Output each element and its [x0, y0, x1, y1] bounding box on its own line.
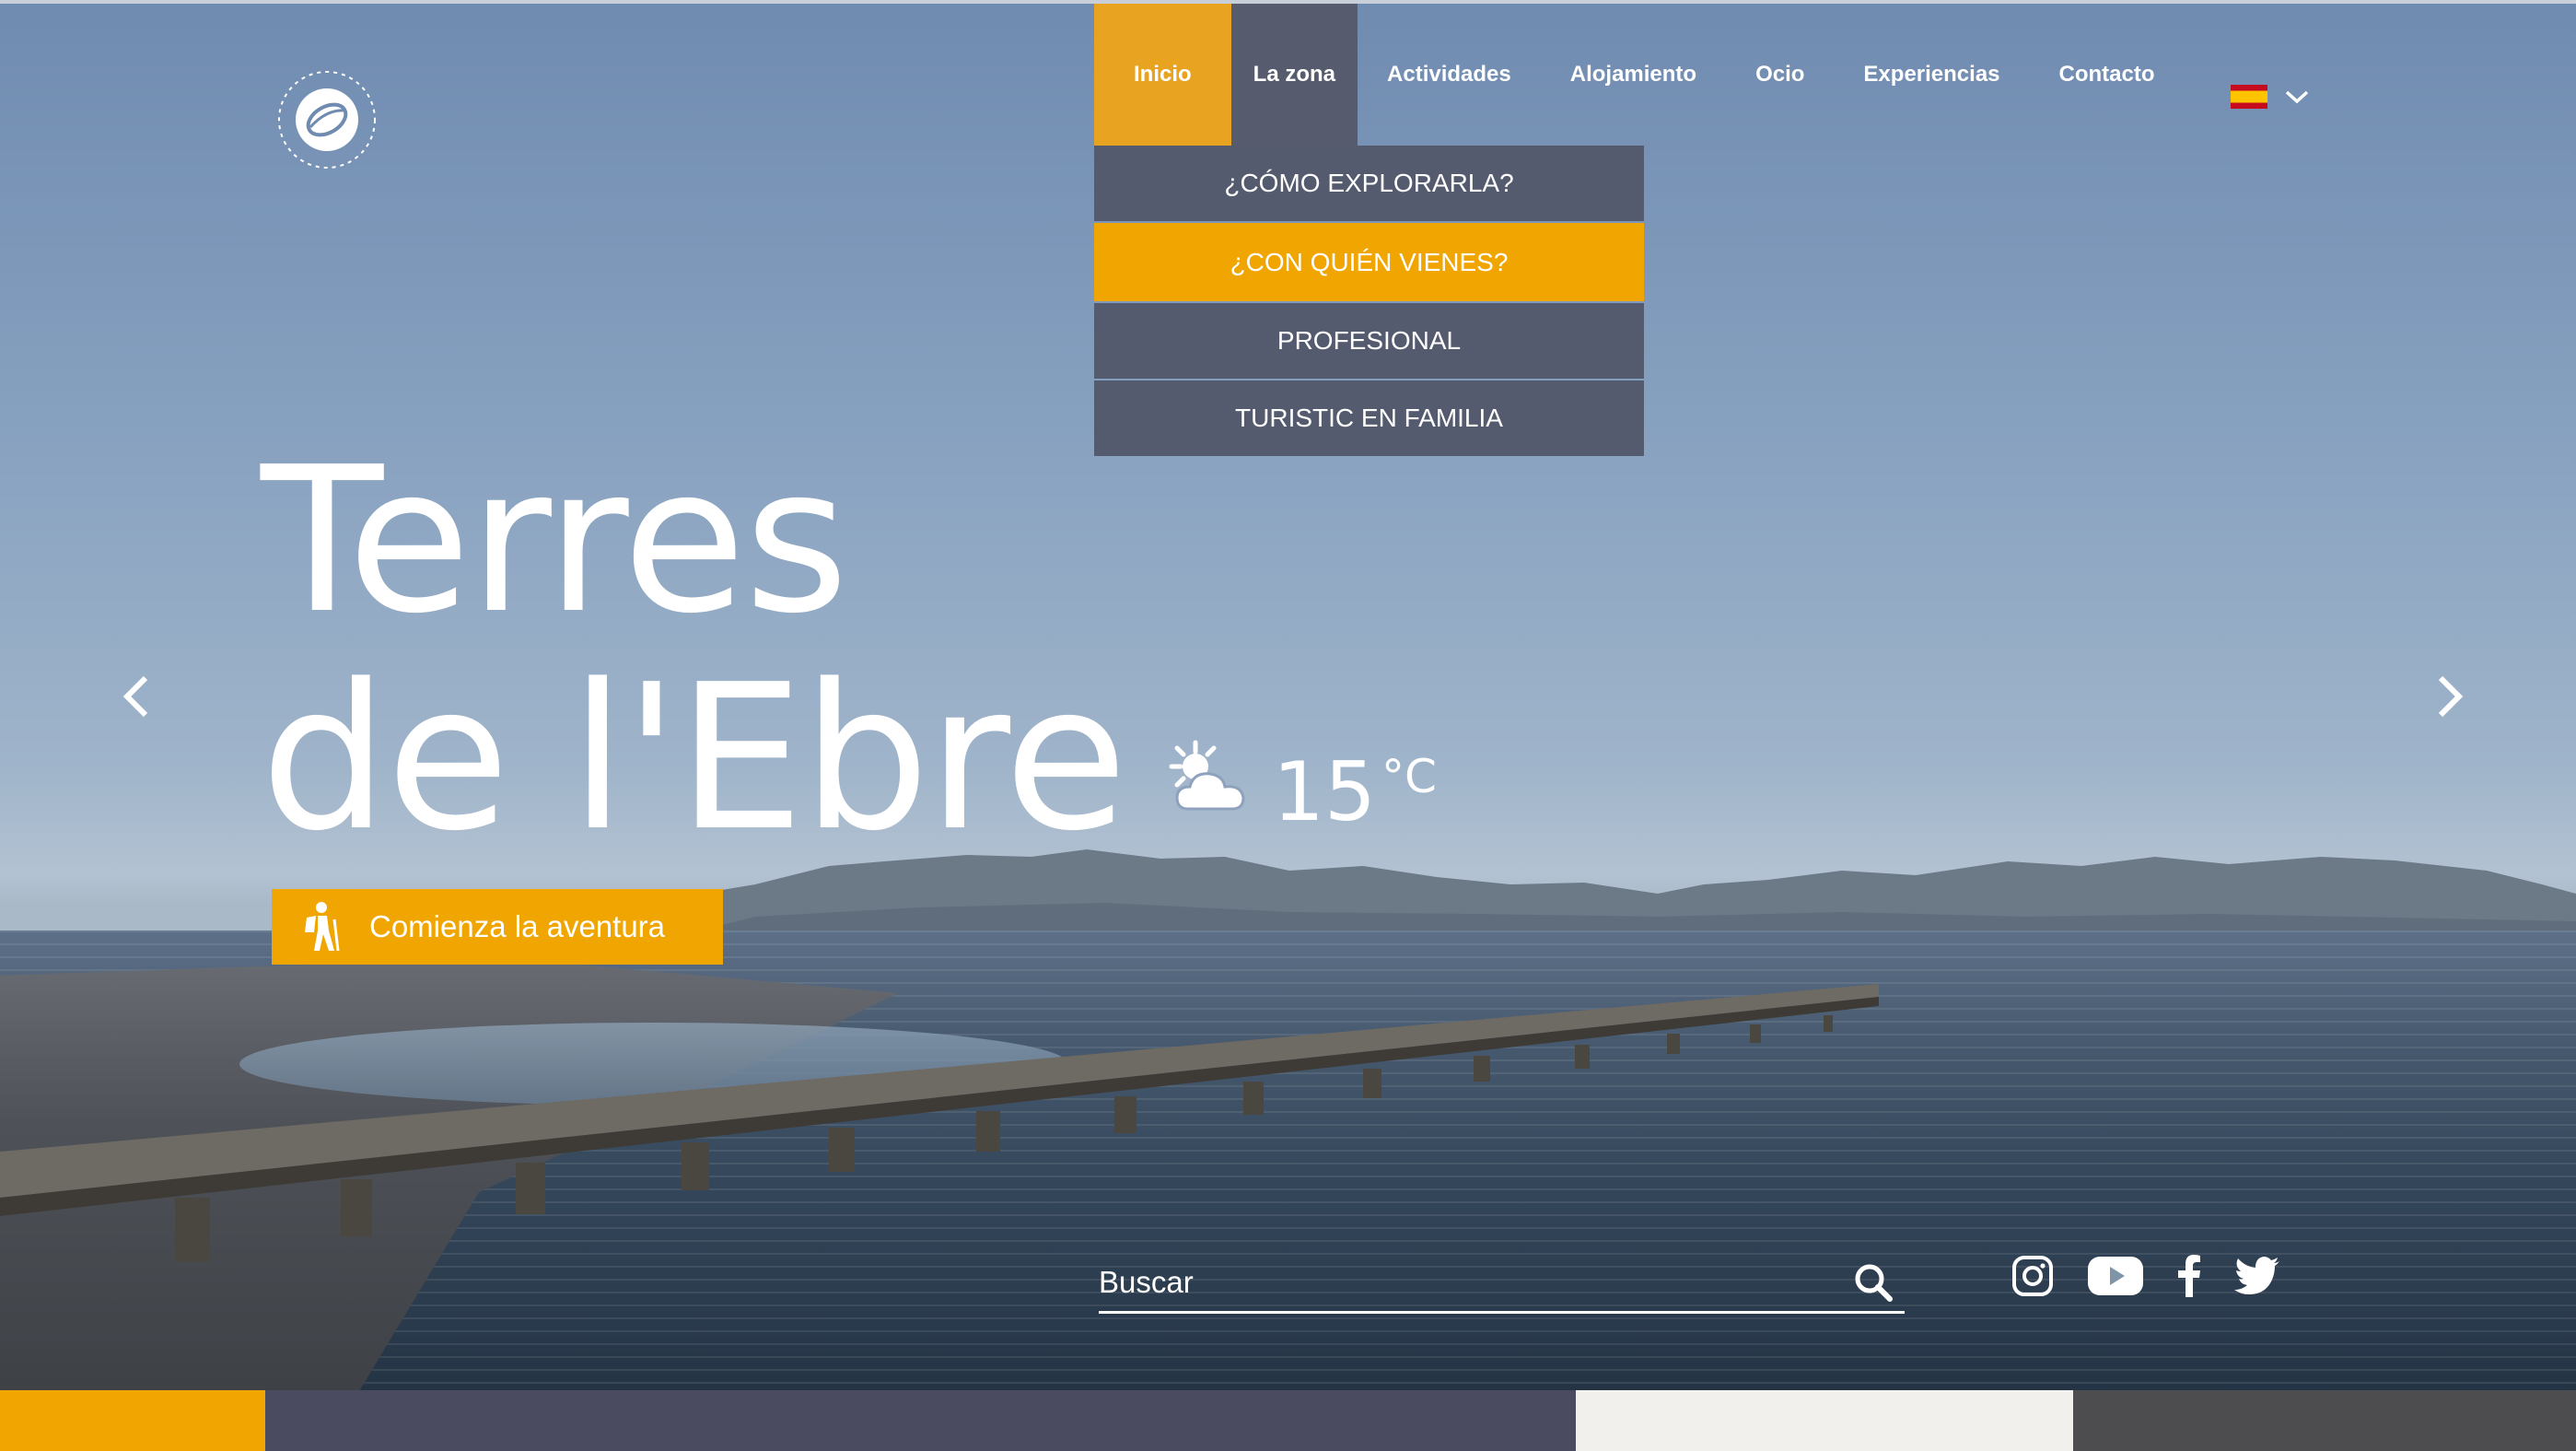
- nav-item-contacto[interactable]: Contacto: [2030, 4, 2185, 146]
- dropdown-item-con-quien-vienes[interactable]: ¿CON QUIÉN VIENES?: [1094, 223, 1644, 301]
- nav-item-la-zona[interactable]: La zona: [1230, 4, 1358, 146]
- youtube-icon[interactable]: [2087, 1255, 2144, 1297]
- dropdown-item-profesional[interactable]: PROFESIONAL: [1094, 303, 1644, 379]
- carousel-prev-icon[interactable]: [118, 673, 155, 720]
- nav-item-alojamiento[interactable]: Alojamiento: [1541, 4, 1726, 146]
- temperature-unit: °C: [1381, 750, 1437, 803]
- chevron-down-icon: [2285, 90, 2309, 104]
- facebook-icon[interactable]: [2177, 1255, 2201, 1297]
- main-nav: Inicio La zona Actividades Alojamiento O…: [1094, 4, 2185, 146]
- start-adventure-label: Comienza la aventura: [369, 909, 666, 943]
- twitter-icon[interactable]: [2234, 1257, 2280, 1295]
- dropdown-item-como-explorarla[interactable]: ¿CÓMO EXPLORARLA?: [1094, 146, 1644, 221]
- dropdown-item-turistic-en-familia[interactable]: TURISTIC EN FAMILIA: [1094, 380, 1644, 456]
- la-zona-dropdown: ¿CÓMO EXPLORARLA? ¿CON QUIÉN VIENES? PRO…: [1094, 146, 1644, 458]
- language-selector[interactable]: [2231, 85, 2310, 109]
- spain-flag-icon: [2231, 85, 2267, 109]
- nav-item-inicio[interactable]: Inicio: [1094, 4, 1231, 146]
- partly-cloudy-icon: [1169, 740, 1245, 811]
- search-input[interactable]: [1099, 1264, 1853, 1300]
- start-adventure-button[interactable]: Comienza la aventura: [272, 889, 723, 965]
- carousel-next-icon[interactable]: [2431, 673, 2468, 720]
- hero-title-line1: Terres: [261, 425, 849, 658]
- footer-color-strip: [0, 1390, 2576, 1451]
- nav-item-ocio[interactable]: Ocio: [1726, 4, 1834, 146]
- nav-item-actividades[interactable]: Actividades: [1358, 4, 1541, 146]
- search-icon[interactable]: [1853, 1262, 1894, 1303]
- hero-title-line2: de l'Ebre: [261, 642, 1127, 875]
- strip-segment-yellow: [0, 1390, 265, 1451]
- terres-de-lebre-logo[interactable]: [262, 53, 401, 182]
- strip-segment-cream: [1576, 1390, 2073, 1451]
- nav-item-experiencias[interactable]: Experiencias: [1834, 4, 2029, 146]
- search-bar: [1099, 1253, 1905, 1314]
- instagram-icon[interactable]: [2011, 1255, 2054, 1297]
- hero-title: Terres de l'Ebre: [261, 425, 1127, 875]
- temperature-value: 15: [1273, 744, 1376, 839]
- social-links: [2011, 1255, 2280, 1297]
- strip-segment-purple: [265, 1390, 1576, 1451]
- hiker-icon: [305, 902, 340, 952]
- weather-widget: 15 °C: [1160, 737, 1437, 839]
- strip-segment-gray: [2073, 1390, 2576, 1451]
